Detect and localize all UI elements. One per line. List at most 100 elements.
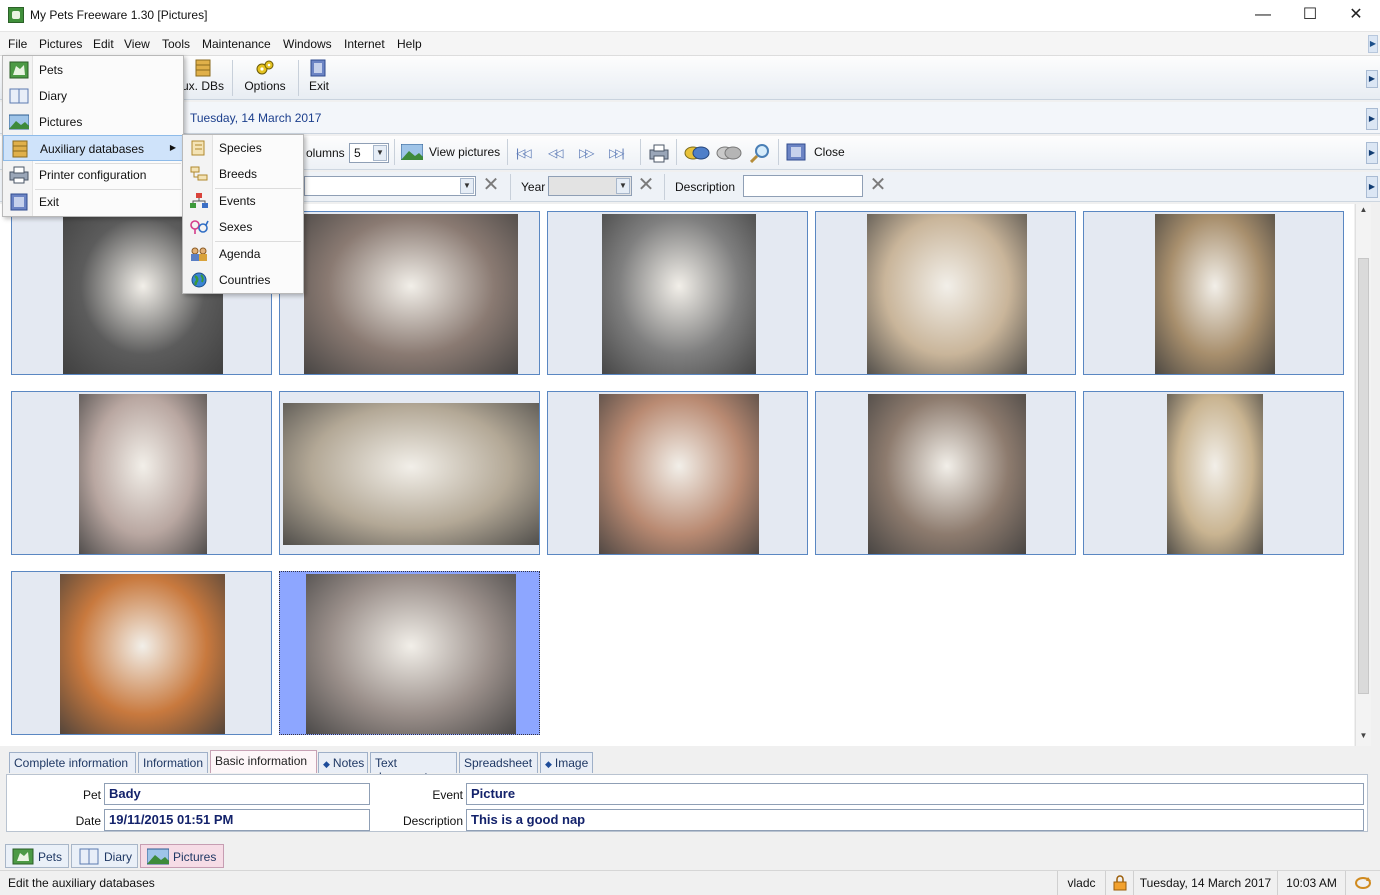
users-remove-icon[interactable] [716,143,742,163]
window-tab-pets[interactable]: Pets [5,844,69,868]
dog-photo-thumbnail [599,394,759,554]
tab-complete-information[interactable]: Complete information [9,752,136,773]
submenu-events[interactable]: Events [183,188,303,214]
picture-cell[interactable] [547,391,808,555]
picture-cell[interactable] [1083,211,1344,375]
maximize-button[interactable]: ☐ [1287,0,1333,31]
menu-tools[interactable]: Tools [162,37,190,51]
picture-cell[interactable] [11,571,272,735]
menu-edit[interactable]: Edit [93,37,114,51]
status-lock [1105,871,1133,895]
file-menu-exit[interactable]: Exit [3,189,183,215]
menu-help[interactable]: Help [397,37,422,51]
next-picture-icon[interactable]: ▷▷ [579,146,595,160]
menubar-overflow-arrow[interactable]: ▶ [1368,35,1378,53]
printer-icon[interactable] [648,143,670,163]
menu-pictures[interactable]: Pictures [39,37,82,51]
last-picture-icon[interactable]: ▷▷| [609,146,624,160]
clear-pet-filter-icon[interactable]: ✕ [482,175,500,195]
tab-label: Spreadsheet [464,756,533,770]
tab-basic-information[interactable]: Basic information [210,750,317,773]
previous-picture-icon[interactable]: ◁◁ [548,146,564,160]
picture-cell[interactable] [279,211,540,375]
menu-internet[interactable]: Internet [344,37,385,51]
current-date: Tuesday, 14 March 2017 [190,111,322,125]
filterbar-overflow-arrow[interactable]: ▶ [1366,176,1378,198]
pet-field[interactable]: Bady [104,783,370,805]
scroll-down-icon[interactable]: ▼ [1356,731,1371,745]
users-add-icon[interactable] [684,143,710,163]
picture-cell[interactable] [815,211,1076,375]
file-menu-pictures[interactable]: Pictures [3,109,183,135]
lock-icon [1113,875,1127,891]
picture-cell[interactable] [11,391,272,555]
menu-file[interactable]: File [8,37,27,51]
tab-notes[interactable]: ◆ Notes [318,752,368,773]
aux-dbs-label: ux. DBs [181,79,224,93]
description-field[interactable]: This is a good nap [466,809,1364,831]
menu-windows[interactable]: Windows [283,37,332,51]
submenu-sexes[interactable]: Sexes [183,214,303,240]
toolbar-separator [676,139,677,165]
picture-toolbar-overflow-arrow[interactable]: ▶ [1366,142,1378,164]
submenu-countries[interactable]: Countries [183,267,303,293]
first-picture-icon[interactable]: |◁◁ [516,146,531,160]
file-menu-auxiliary-databases[interactable]: Auxiliary databases ▶ [3,135,183,161]
pet-filter-select[interactable]: ▼ [304,176,476,196]
file-menu: Pets Diary Pictures Auxiliary databases … [2,55,184,217]
dog-photo-thumbnail [60,574,225,734]
event-label: Event [432,788,463,802]
columns-select[interactable]: 5 ▼ [349,143,389,163]
options-button[interactable]: Options [241,59,289,93]
submenu-agenda[interactable]: Agenda [183,241,303,267]
clear-year-filter-icon[interactable]: ✕ [637,175,655,195]
tab-information[interactable]: Information [138,752,208,773]
book-icon [9,88,29,104]
menu-maintenance[interactable]: Maintenance [202,37,271,51]
file-menu-diary[interactable]: Diary [3,83,183,109]
tab-spreadsheet[interactable]: Spreadsheet [459,752,538,773]
picture-cell[interactable] [547,211,808,375]
gender-symbols-icon [190,220,209,234]
species-list-icon [191,140,205,156]
window-tab-pictures[interactable]: Pictures [140,844,224,868]
picture-cell[interactable] [815,391,1076,555]
menu-item-label: Breeds [219,167,258,181]
exit-button[interactable]: Exit [304,59,334,93]
picture-cell[interactable] [279,571,540,735]
toolbar-separator [664,174,665,200]
scrollbar-thumb[interactable] [1358,258,1369,694]
submenu-breeds[interactable]: Breeds [183,161,303,187]
gallery-scrollbar[interactable]: ▲ ▼ [1355,204,1371,746]
description-filter-input[interactable] [743,175,863,197]
tab-image[interactable]: ◆ Image [540,752,593,773]
close-window-button[interactable]: ✕ [1333,0,1379,31]
chevron-down-icon: ▼ [616,178,630,194]
window-tab-diary[interactable]: Diary [71,844,138,868]
tab-text-document[interactable]: Text document [370,752,457,784]
aux-dbs-button[interactable]: ux. DBs [180,59,226,93]
status-bar: Edit the auxiliary databases vladc Tuesd… [0,870,1380,895]
close-door-icon [786,143,806,161]
submenu-species[interactable]: Species [183,135,303,161]
picture-cell[interactable] [1083,391,1344,555]
minimize-button[interactable]: — [1240,0,1286,31]
description-label: Description [402,814,463,828]
breeds-tree-icon [190,166,208,181]
datebar-overflow-arrow[interactable]: ▶ [1366,108,1378,130]
scroll-up-icon[interactable]: ▲ [1356,205,1371,219]
file-menu-pets[interactable]: Pets [3,57,183,83]
menu-view[interactable]: View [124,37,150,51]
window-tab-label: Diary [104,850,133,864]
zoom-magnifier-icon[interactable] [750,143,770,163]
database-icon [195,59,211,77]
date-field[interactable]: 19/11/2015 01:51 PM [104,809,370,831]
tab-label: Complete information [14,756,129,770]
event-field[interactable]: Picture [466,783,1364,805]
picture-cell[interactable] [279,391,540,555]
event-value: Picture [471,786,516,801]
file-menu-printer-configuration[interactable]: Printer configuration [3,162,183,188]
toolbar-overflow-arrow[interactable]: ▶ [1366,70,1378,88]
clear-description-filter-icon[interactable]: ✕ [869,175,887,195]
year-select[interactable]: ▼ [548,176,632,196]
